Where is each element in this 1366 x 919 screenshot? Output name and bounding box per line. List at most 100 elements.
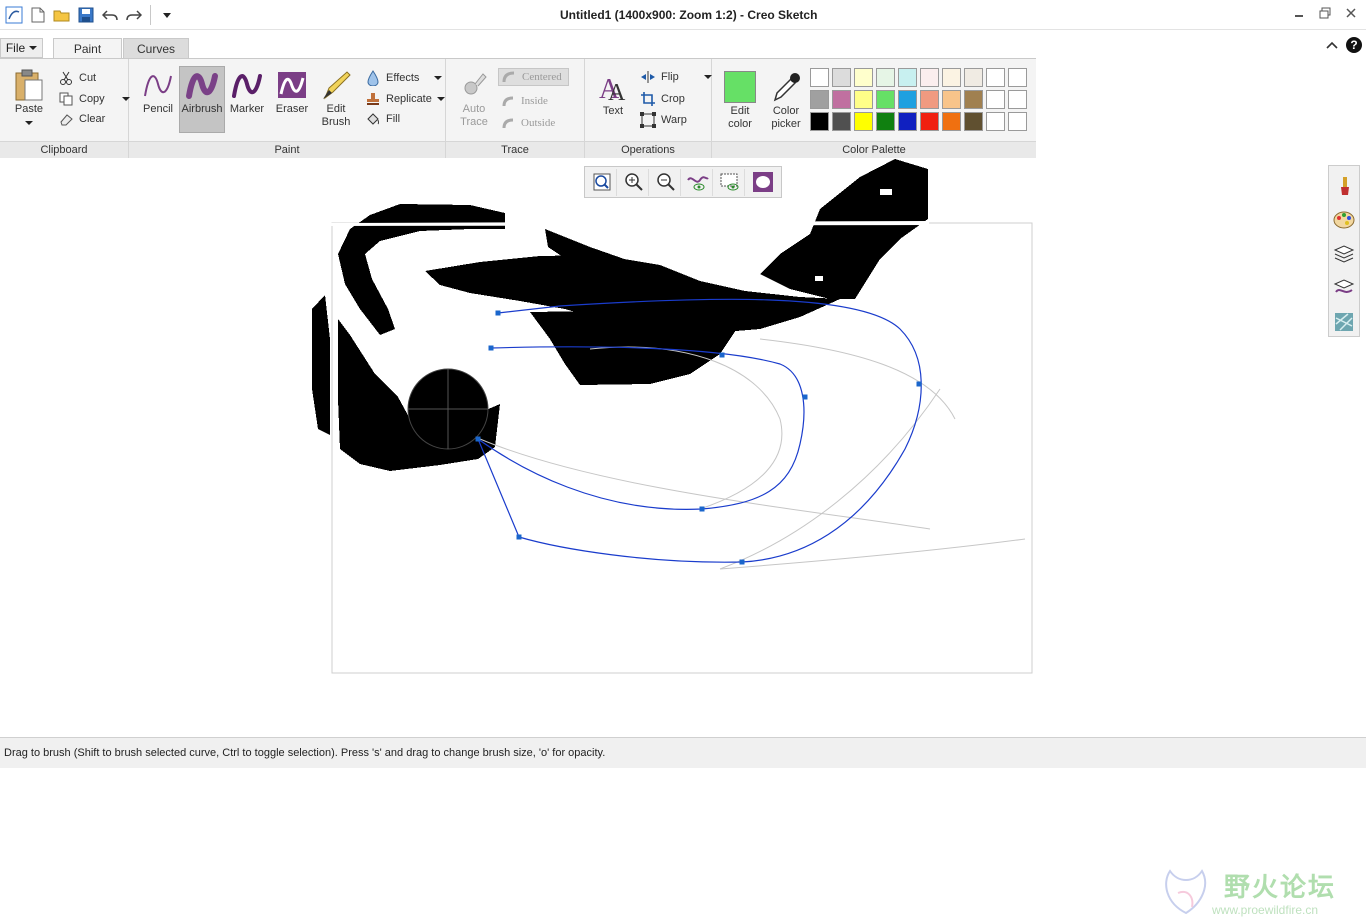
canvas-area[interactable]: 野火论坛 www.proewildfire.cn xyxy=(0,159,1334,917)
color-swatch[interactable] xyxy=(942,68,961,87)
redo-icon[interactable] xyxy=(122,4,146,26)
new-icon[interactable] xyxy=(26,4,50,26)
tab-paint[interactable]: Paint xyxy=(53,38,122,59)
centered-trace-icon xyxy=(501,69,517,85)
chevron-down-icon xyxy=(29,46,38,50)
drawing-canvas[interactable] xyxy=(0,159,1328,737)
color-swatch[interactable] xyxy=(942,90,961,109)
canvas-visibility-icon[interactable] xyxy=(716,168,745,196)
text-label: Text xyxy=(602,105,624,117)
text-button[interactable]: AA Text xyxy=(593,69,633,118)
paste-icon xyxy=(11,67,47,103)
window-title: Untitled1 (1400x900: Zoom 1:2) - Creo Sk… xyxy=(560,8,818,22)
color-swatch[interactable] xyxy=(810,68,829,87)
outside-label: Outside xyxy=(521,117,556,129)
color-picker-button[interactable]: Color picker xyxy=(764,69,808,131)
crop-icon xyxy=(640,91,656,107)
replicate-button[interactable]: Replicate xyxy=(365,90,445,108)
trace-group: Auto Trace Centered Inside Outside Trace xyxy=(446,59,585,158)
inside-label: Inside xyxy=(521,95,548,107)
edit-brush-button[interactable]: Edit Brush xyxy=(315,67,357,129)
text-icon: AA xyxy=(595,69,631,105)
scissors-icon xyxy=(58,70,74,86)
color-swatch[interactable] xyxy=(898,90,917,109)
color-swatch[interactable] xyxy=(854,90,873,109)
restore-icon[interactable] xyxy=(1318,6,1332,20)
cut-button[interactable]: Cut xyxy=(58,69,96,87)
color-swatch[interactable] xyxy=(854,112,873,131)
zoom-out-icon[interactable] xyxy=(652,168,681,196)
flip-label: Flip xyxy=(661,71,679,83)
crop-button[interactable]: Crop xyxy=(640,90,685,108)
collapse-ribbon-icon[interactable] xyxy=(1326,40,1338,50)
brush-shape-icon[interactable] xyxy=(748,169,777,196)
app-icon[interactable] xyxy=(2,4,26,26)
brush-tool-icon[interactable] xyxy=(1332,174,1356,198)
edit-color-button[interactable]: Edit color xyxy=(718,71,762,131)
layers-icon[interactable] xyxy=(1332,242,1356,266)
eraser-button[interactable]: Eraser xyxy=(271,67,313,116)
color-swatch[interactable] xyxy=(810,90,829,109)
auto-trace-button[interactable]: Auto Trace xyxy=(454,67,494,129)
color-swatch[interactable] xyxy=(876,90,895,109)
color-swatch[interactable] xyxy=(920,112,939,131)
color-swatch[interactable] xyxy=(964,112,983,131)
outside-trace-icon xyxy=(500,115,516,131)
color-swatch[interactable] xyxy=(986,112,1005,131)
color-swatch[interactable] xyxy=(920,68,939,87)
auto-trace-label-2: Trace xyxy=(460,116,488,128)
curves-layer-icon[interactable] xyxy=(1332,276,1356,300)
zoom-fit-icon[interactable] xyxy=(588,168,617,196)
copy-button[interactable]: Copy xyxy=(58,90,130,108)
undo-icon[interactable] xyxy=(98,4,122,26)
color-swatch[interactable] xyxy=(876,68,895,87)
customize-icon[interactable] xyxy=(155,4,179,26)
color-swatch[interactable] xyxy=(964,68,983,87)
centered-button[interactable]: Centered xyxy=(498,68,569,86)
zoom-in-icon[interactable] xyxy=(620,168,649,196)
color-swatch[interactable] xyxy=(1008,68,1027,87)
color-swatch[interactable] xyxy=(854,68,873,87)
auto-trace-icon xyxy=(456,67,492,103)
texture-icon[interactable] xyxy=(1332,310,1356,334)
open-icon[interactable] xyxy=(50,4,74,26)
close-icon[interactable] xyxy=(1344,6,1358,20)
effects-label: Effects xyxy=(386,72,420,84)
paint-group-label: Paint xyxy=(129,141,445,158)
color-swatch[interactable] xyxy=(898,112,917,131)
color-swatch[interactable] xyxy=(832,68,851,87)
help-icon[interactable]: ? xyxy=(1346,37,1362,53)
fill-button[interactable]: Fill xyxy=(365,110,400,128)
airbrush-button[interactable]: Airbrush xyxy=(179,66,225,133)
minimize-icon[interactable] xyxy=(1292,6,1306,20)
curve-visibility-icon[interactable] xyxy=(684,168,713,196)
color-swatch[interactable] xyxy=(920,90,939,109)
paste-button[interactable]: Paste xyxy=(8,67,50,126)
outside-button[interactable]: Outside xyxy=(500,114,555,132)
color-swatch[interactable] xyxy=(986,90,1005,109)
warp-button[interactable]: Warp xyxy=(640,111,687,129)
pencil-button[interactable]: Pencil xyxy=(137,67,179,116)
file-menu-button[interactable]: File xyxy=(0,38,43,58)
color-swatch[interactable] xyxy=(964,90,983,109)
color-swatch[interactable] xyxy=(832,112,851,131)
color-swatch[interactable] xyxy=(832,90,851,109)
tab-curves[interactable]: Curves xyxy=(123,38,189,59)
color-swatch[interactable] xyxy=(942,112,961,131)
color-swatch[interactable] xyxy=(898,68,917,87)
flip-button[interactable]: Flip xyxy=(640,68,712,86)
color-swatch[interactable] xyxy=(810,112,829,131)
color-swatch[interactable] xyxy=(876,112,895,131)
clear-button[interactable]: Clear xyxy=(58,110,105,128)
inside-button[interactable]: Inside xyxy=(500,92,548,110)
effects-button[interactable]: Effects xyxy=(365,69,443,87)
save-icon[interactable] xyxy=(74,4,98,26)
marker-button[interactable]: Marker xyxy=(226,67,268,116)
color-swatch[interactable] xyxy=(1008,112,1027,131)
color-swatch[interactable] xyxy=(1008,90,1027,109)
clipboard-group: Paste Cut Copy Clear Clipboard xyxy=(0,59,130,158)
color-swatch[interactable] xyxy=(986,68,1005,87)
chevron-down-icon[interactable] xyxy=(703,74,712,80)
edit-color-label-1: Edit xyxy=(730,105,750,117)
palette-icon[interactable] xyxy=(1332,208,1356,232)
